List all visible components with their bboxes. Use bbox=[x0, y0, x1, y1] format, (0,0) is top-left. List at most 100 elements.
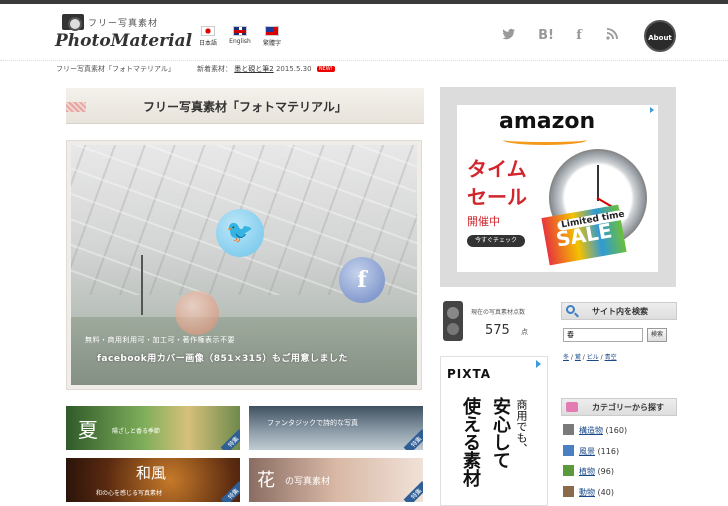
banner-subtitle: 和の心を感じる写真素材 bbox=[96, 490, 163, 497]
banner-title: 和風 bbox=[136, 464, 167, 482]
material-counter: 現在の写真素材点数 575 点 bbox=[441, 301, 551, 341]
language-switcher: 日本語 English 繁體字 bbox=[194, 26, 290, 54]
ad-headline-3: 開催中 bbox=[467, 215, 500, 228]
newest-material: 新着素材： 墨と硯と筆2 2015.5.30 NEW! bbox=[197, 64, 335, 74]
camera-pink-icon bbox=[566, 402, 578, 412]
page-title-bar: フリー写真素材「フォトマテリアル」 bbox=[66, 88, 424, 124]
category-heading: カテゴリーから探す bbox=[561, 398, 677, 416]
tag-link[interactable]: 冬 bbox=[563, 354, 569, 361]
ad-headline-1: タイム bbox=[467, 157, 527, 181]
category-count: (116) bbox=[597, 447, 620, 456]
newest-label: 新着素材： bbox=[197, 65, 232, 73]
banner-title: 夏 bbox=[78, 418, 98, 442]
banner-subtitle: ファンタジックで詩的な写真 bbox=[267, 419, 358, 427]
site-header: フリー写真素材 PhotoMaterial 日本語 English 繁體字 B!… bbox=[0, 4, 728, 60]
search-heading-text: サイト内を検索 bbox=[592, 307, 648, 316]
twitter-bubble-icon: 🐦 bbox=[216, 209, 264, 257]
facebook-icon[interactable]: f bbox=[572, 28, 586, 44]
category-thumb bbox=[563, 445, 574, 456]
pixta-copy-1: 商用でも、 bbox=[515, 399, 528, 454]
lang-label: 日本語 bbox=[198, 40, 217, 47]
pixta-logo: PIXTA bbox=[447, 367, 492, 381]
feature-ribbon: 特集 bbox=[220, 481, 240, 502]
pixta-copy-3: 使える素材 bbox=[460, 397, 481, 487]
about-button[interactable]: About bbox=[644, 20, 676, 52]
tag-link[interactable]: 鷲 bbox=[575, 354, 581, 361]
lang-label: 繁體字 bbox=[262, 40, 281, 47]
category-count: (40) bbox=[597, 488, 614, 497]
banner-subtitle: の写真素材 bbox=[285, 477, 331, 487]
tag-link[interactable]: ビル bbox=[587, 354, 599, 361]
category-item[interactable]: 風景 (116) bbox=[563, 445, 619, 457]
ad-headline-2: セール bbox=[467, 185, 527, 209]
adchoices-icon[interactable] bbox=[650, 107, 656, 113]
search-heading: サイト内を検索 bbox=[561, 302, 677, 320]
hero-caption-line1: 無料・商用利用可・加工可・著作権表示不要 bbox=[85, 336, 235, 344]
feature-banner-summer[interactable]: 夏 陽ざしと香る季節 特集 bbox=[66, 406, 240, 450]
page-title: フリー写真素材「フォトマテリアル」 bbox=[143, 100, 347, 114]
japan-flag-icon bbox=[201, 26, 215, 36]
taiwan-flag-icon bbox=[265, 26, 279, 36]
category-thumb bbox=[563, 424, 574, 435]
category-item[interactable]: 植物 (96) bbox=[563, 465, 614, 477]
ad-cta-button[interactable]: 今すぐチェック bbox=[467, 235, 525, 247]
feature-banner-flower[interactable]: 花 の写真素材 特集 bbox=[249, 458, 423, 502]
lang-label: English bbox=[229, 38, 251, 45]
uk-flag-icon bbox=[233, 26, 247, 36]
facebook-bubble-icon: f bbox=[339, 257, 385, 303]
rss-icon[interactable] bbox=[604, 28, 620, 44]
amazon-ad[interactable]: amazon タイム セール 開催中 今すぐチェック SALE Limited … bbox=[457, 105, 658, 272]
hero-image: 🐦 f 無料・商用利用可・加工可・著作権表示不要 facebook用カバー画像（… bbox=[71, 145, 417, 385]
category-name[interactable]: 動物 bbox=[579, 488, 595, 497]
counter-value: 575 bbox=[485, 323, 510, 338]
category-heading-text: カテゴリーから探す bbox=[592, 403, 664, 412]
category-count: (160) bbox=[605, 426, 628, 435]
logo-tagline: フリー写真素材 bbox=[88, 19, 159, 29]
hero-caption-line2: facebook用カバー画像（851×315）もご用意しました bbox=[97, 354, 348, 364]
newest-date: 2015.5.30 bbox=[275, 65, 312, 73]
newest-link[interactable]: 墨と硯と筆2 bbox=[234, 65, 273, 73]
category-thumb bbox=[563, 486, 574, 497]
breadcrumb: フリー写真素材「フォトマテリアル」 bbox=[56, 65, 175, 73]
feature-ribbon: 特集 bbox=[403, 429, 423, 450]
category-item[interactable]: 動物 (40) bbox=[563, 486, 614, 498]
banner-title: 花 bbox=[257, 470, 275, 491]
lang-traditional-chinese[interactable]: 繁體字 bbox=[258, 26, 286, 54]
feature-ribbon: 特集 bbox=[403, 481, 423, 502]
logo-name: PhotoMaterial bbox=[55, 31, 193, 51]
twitter-icon[interactable] bbox=[500, 28, 518, 44]
feature-banner-wafu[interactable]: 和風 和の心を感じる写真素材 特集 bbox=[66, 458, 240, 502]
adchoices-icon[interactable] bbox=[536, 360, 544, 368]
hatena-bookmark-icon[interactable]: B! bbox=[536, 28, 556, 44]
feature-ribbon: 特集 bbox=[220, 429, 240, 450]
site-logo[interactable]: フリー写真素材 PhotoMaterial bbox=[55, 14, 192, 56]
lang-english[interactable]: English bbox=[226, 26, 254, 54]
category-item[interactable]: 構造物 (160) bbox=[563, 424, 627, 436]
amazon-ad-frame: amazon タイム セール 開催中 今すぐチェック SALE Limited … bbox=[440, 87, 676, 287]
counter-unit: 点 bbox=[521, 328, 528, 336]
tag-link[interactable]: 青空 bbox=[605, 354, 617, 361]
category-name[interactable]: 植物 bbox=[579, 467, 595, 476]
banner-subtitle: 陽ざしと香る季節 bbox=[112, 428, 161, 435]
camera-icon bbox=[443, 301, 463, 341]
pixta-copy-2: 安心して bbox=[490, 397, 511, 469]
sub-bar: フリー写真素材「フォトマテリアル」 新着素材： 墨と硯と筆2 2015.5.30… bbox=[0, 60, 728, 76]
feature-banner-fantasy[interactable]: ファンタジックで詩的な写真 特集 bbox=[249, 406, 423, 450]
new-badge: NEW! bbox=[316, 66, 335, 72]
lang-japanese[interactable]: 日本語 bbox=[194, 26, 222, 54]
decorative-bubble bbox=[175, 291, 219, 335]
amazon-logo: amazon bbox=[499, 109, 596, 134]
search-button[interactable]: 検索 bbox=[647, 328, 667, 342]
hero-slideshow[interactable]: 🐦 f 無料・商用利用可・加工可・著作権表示不要 facebook用カバー画像（… bbox=[66, 140, 422, 390]
popular-tags: 冬 / 鷲 / ビル / 青空 bbox=[563, 354, 617, 361]
category-thumb bbox=[563, 465, 574, 476]
counter-label: 現在の写真素材点数 bbox=[471, 309, 526, 316]
category-count: (96) bbox=[597, 467, 614, 476]
category-name[interactable]: 風景 bbox=[579, 447, 595, 456]
search-icon bbox=[566, 305, 575, 314]
amazon-smile-icon bbox=[503, 135, 587, 145]
pixta-ad[interactable]: PIXTA 商用でも、 安心して 使える素材 bbox=[440, 356, 548, 506]
camera-icon bbox=[62, 14, 84, 31]
category-name[interactable]: 構造物 bbox=[579, 426, 603, 435]
search-input[interactable] bbox=[563, 328, 643, 342]
